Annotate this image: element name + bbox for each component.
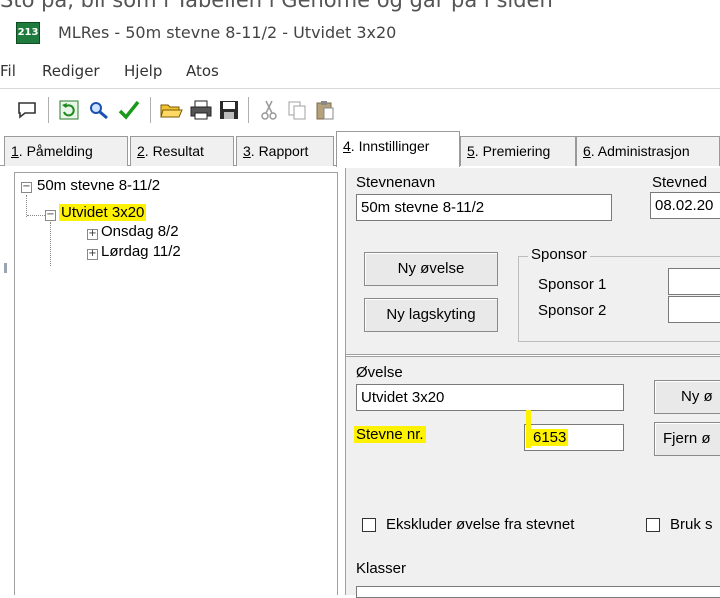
cropped-caption-text: Sto på, bli som i Tabellen i Genome og g… <box>0 0 553 12</box>
splitter-handle[interactable] <box>4 263 7 273</box>
expand-icon[interactable]: + <box>87 229 98 240</box>
ekskluder-label: Ekskluder øvelse fra stevnet <box>386 516 575 533</box>
search-icon[interactable] <box>86 97 112 123</box>
ny-lagskyting-button[interactable]: Ny lagskyting <box>364 298 498 332</box>
stevnenavn-label: Stevnenavn <box>356 174 436 191</box>
paste-icon[interactable] <box>312 97 338 123</box>
stevne-nr-label: Stevne nr. <box>354 426 426 443</box>
title-bar: 213 MLRes - 50m stevne 8-11/2 - Utvidet … <box>0 14 720 54</box>
tab-innstillinger[interactable]: 4. Innstillinger <box>336 131 460 167</box>
menu-edit[interactable]: Rediger <box>42 62 100 80</box>
tab-resultat[interactable]: 2. Resultat <box>130 136 234 166</box>
save-icon[interactable] <box>216 97 242 123</box>
klasser-label: Klasser <box>356 560 407 577</box>
tree-node-utvidet[interactable]: Utvidet 3x20 <box>59 204 147 221</box>
tree-node-lordag[interactable]: Lørdag 11/2 <box>101 243 181 260</box>
menu-bar: Fil Rediger Hjelp Atos <box>0 56 720 86</box>
stevne-nr-field[interactable]: 6153 <box>524 424 624 451</box>
fjern-ovelse-button[interactable]: Fjern ø <box>654 422 720 456</box>
ovelse-label: Øvelse <box>356 364 403 381</box>
sponsor2-field[interactable] <box>668 296 720 323</box>
stevnedato-field[interactable]: 08.02.20 <box>650 192 720 219</box>
panel-splitter[interactable] <box>346 354 720 357</box>
tree-node-root[interactable]: 50m stevne 8-11/2 <box>37 177 160 194</box>
ny-ovelse-button[interactable]: Ny øvelse <box>364 252 498 286</box>
sponsor1-field[interactable] <box>668 268 720 295</box>
toolbar <box>0 88 720 130</box>
sponsor-group-label: Sponsor <box>528 246 590 263</box>
copy-icon[interactable] <box>284 97 310 123</box>
expand-icon[interactable]: + <box>87 249 98 260</box>
tree-node-onsdag[interactable]: Onsdag 8/2 <box>101 223 179 240</box>
open-folder-icon[interactable] <box>158 97 184 123</box>
menu-file[interactable]: Fil <box>0 62 16 80</box>
app-icon: 213 <box>16 22 40 44</box>
menu-help[interactable]: Hjelp <box>124 62 162 80</box>
tree-view: − 50m stevne 8-11/2 − Utvidet 3x20 + Ons… <box>14 172 338 595</box>
bruk-label: Bruk s <box>670 516 713 533</box>
checkmark-icon[interactable] <box>116 97 142 123</box>
stevnenavn-field[interactable]: 50m stevne 8-11/2 <box>356 194 612 221</box>
klasser-table[interactable] <box>356 586 720 598</box>
tab-administrasjon[interactable]: 6. Administrasjon <box>576 136 720 166</box>
cut-icon[interactable] <box>256 97 282 123</box>
speech-bubble-icon[interactable] <box>14 97 40 123</box>
tab-pamelding[interactable]: 1. Påmelding <box>4 136 128 166</box>
stevnedato-label: Stevned <box>652 174 708 191</box>
settings-panel: Stevnenavn 50m stevne 8-11/2 Stevned 08.… <box>345 168 720 598</box>
print-icon[interactable] <box>188 97 214 123</box>
tab-premiering[interactable]: 5. Premiering <box>460 136 576 166</box>
tab-strip: 1. Påmelding 2. Resultat 3. Rapport 4. I… <box>0 130 720 167</box>
refresh-icon[interactable] <box>56 97 82 123</box>
ekskluder-checkbox[interactable] <box>362 518 376 532</box>
ny-ovelse-button-2[interactable]: Ny ø <box>654 380 720 414</box>
bruk-checkbox[interactable] <box>646 518 660 532</box>
ovelse-field[interactable]: Utvidet 3x20 <box>356 384 624 411</box>
collapse-icon[interactable]: − <box>45 210 56 221</box>
window-title: MLRes - 50m stevne 8-11/2 - Utvidet 3x20 <box>58 23 397 42</box>
tab-rapport[interactable]: 3. Rapport <box>236 136 334 166</box>
sponsor1-label: Sponsor 1 <box>538 276 607 293</box>
collapse-icon[interactable]: − <box>21 182 32 193</box>
menu-atos[interactable]: Atos <box>186 62 219 80</box>
sponsor2-label: Sponsor 2 <box>538 302 607 319</box>
highlight-mark <box>526 410 531 448</box>
